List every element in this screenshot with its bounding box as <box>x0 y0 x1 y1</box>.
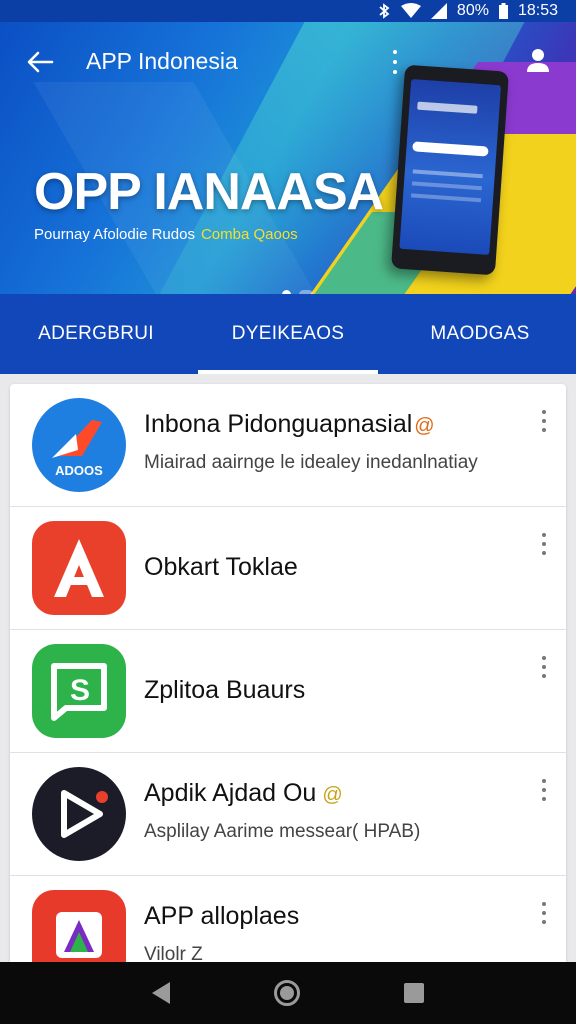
rocket-icon-label: ADOOS <box>55 463 103 478</box>
tab-label: MAODGAS <box>430 323 530 344</box>
app-description: Miairad aairnge le idealey inedanlnatiay <box>144 452 478 473</box>
banner-next-button[interactable] <box>520 170 544 194</box>
chat-s-icon: S <box>32 644 126 738</box>
app-bar: APP Indonesia <box>0 22 576 98</box>
system-nav-bar <box>0 962 576 1024</box>
app-name: Obkart Toklae <box>144 553 298 581</box>
app-name: Zplitoa Buaurs <box>144 676 306 704</box>
overflow-menu-icon[interactable] <box>390 50 400 74</box>
list-item[interactable]: ADOOS Inbona Pidonguapnasial @ Miairad aa… <box>10 384 566 507</box>
more-options-icon[interactable] <box>540 533 548 555</box>
app-list: ADOOS Inbona Pidonguapnasial @ Miairad aa… <box>10 384 566 984</box>
banner-subtitle-text: Pournay Afolodie Rudos <box>34 226 195 243</box>
screen: 80% 18:53 OPP IANAASA Pournay Afolodie R… <box>0 0 576 1024</box>
tab-label: ADERGBRUI <box>38 323 154 344</box>
clock: 18:53 <box>517 2 558 19</box>
tab-2[interactable]: MAODGAS <box>384 294 576 374</box>
nav-recents-icon[interactable] <box>404 983 424 1003</box>
signal-icon <box>430 3 447 19</box>
tab-label: DYEIKEAOS <box>231 323 345 344</box>
rocket-icon: ADOOS <box>32 398 126 492</box>
app-name-text: Apdik Ajdad Ou <box>144 779 317 807</box>
more-options-icon[interactable] <box>540 656 548 678</box>
battery-text: 80% <box>456 2 489 19</box>
app-name-text: Inbona Pidonguapnasial <box>144 410 413 438</box>
app-name: APP alloplaes <box>144 902 300 930</box>
battery-icon <box>498 3 508 19</box>
banner-subtitle: Pournay Afolodie Rudos Comba Qaoos <box>34 226 298 243</box>
chat-s-icon-letter: S <box>70 674 90 707</box>
more-options-icon[interactable] <box>540 779 548 801</box>
banner-title: OPP IANAASA <box>34 163 384 221</box>
letter-a-icon <box>32 521 126 615</box>
list-item[interactable]: Obkart Toklae <box>10 507 566 630</box>
status-bar: 80% 18:53 <box>0 0 576 22</box>
back-arrow-icon[interactable] <box>26 50 54 74</box>
badge-icon: @ <box>414 415 435 437</box>
account-icon[interactable] <box>524 46 552 76</box>
nav-home-icon[interactable] <box>274 980 300 1006</box>
list-item[interactable]: S Zplitoa Buaurs <box>10 630 566 753</box>
app-description: Asplilay Aarime messear( HPAB) <box>144 821 421 842</box>
app-name: Inbona Pidonguapnasial @ <box>144 410 435 439</box>
wifi-icon <box>400 3 421 18</box>
bluetooth-icon <box>379 3 390 19</box>
more-options-icon[interactable] <box>540 902 548 924</box>
tab-1[interactable]: DYEIKEAOS <box>192 294 384 374</box>
page-title: APP Indonesia <box>86 48 238 74</box>
nav-back-icon[interactable] <box>152 982 170 1004</box>
tab-bar: ADERGBRUI DYEIKEAOS MAODGAS <box>0 294 576 374</box>
app-name: Apdik Ajdad Ou @ <box>144 779 343 808</box>
banner-subtitle-highlight: Comba Qaoos <box>200 226 298 243</box>
play-icon <box>32 767 126 861</box>
badge-icon: @ <box>322 784 343 806</box>
list-item[interactable]: Apdik Ajdad Ou @ Asplilay Aarime messear(… <box>10 753 566 876</box>
more-options-icon[interactable] <box>540 410 548 432</box>
tab-0[interactable]: ADERGBRUI <box>0 294 192 374</box>
